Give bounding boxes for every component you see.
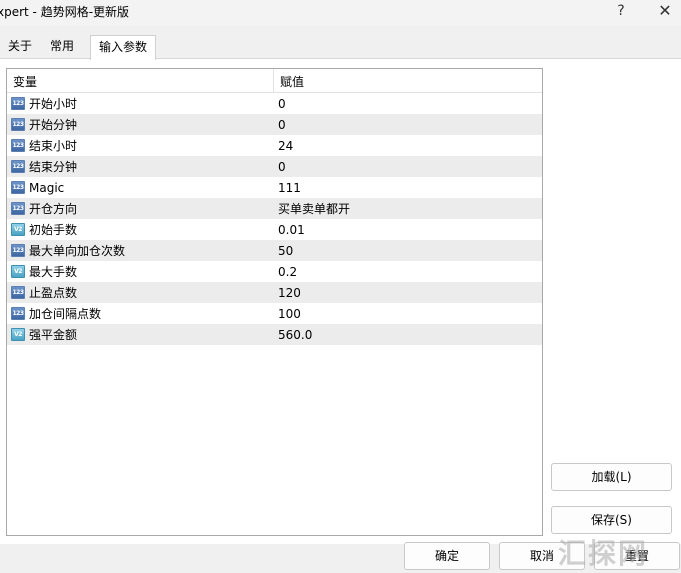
param-value[interactable]: 50 — [278, 240, 540, 261]
integer-type-icon: 123 — [11, 139, 25, 152]
table-row[interactable]: 123 结束小时 24 — [7, 135, 542, 156]
parameter-grid: 变量 赋值 123 开始小时 0 123 开始分钟 0 123 结束小时 24 123 结束分钟 0 1… — [6, 68, 543, 536]
column-header-variable[interactable]: 变量 — [7, 69, 274, 93]
table-row[interactable]: 123 止盈点数 120 — [7, 282, 542, 303]
param-name: 开仓方向 — [29, 202, 78, 216]
window-title: xpert - 趋势网格-更新版 — [0, 5, 130, 19]
param-name: 结束小时 — [29, 139, 78, 153]
ok-button[interactable]: 确定 — [404, 542, 490, 570]
table-row[interactable]: 123 结束分钟 0 — [7, 156, 542, 177]
grid-rows: 123 开始小时 0 123 开始分钟 0 123 结束小时 24 123 结束分钟 0 123 Magi… — [7, 93, 542, 345]
tab-about[interactable]: 关于 — [0, 35, 40, 59]
param-name: 强平金额 — [29, 328, 78, 342]
integer-type-icon: 123 — [11, 118, 25, 131]
param-value[interactable]: 120 — [278, 282, 540, 303]
param-name: 开始分钟 — [29, 118, 78, 132]
param-value[interactable]: 0.01 — [278, 219, 540, 240]
double-type-icon: V2 — [11, 223, 25, 236]
double-type-icon: V2 — [11, 328, 25, 341]
table-row[interactable]: 123 Magic 111 — [7, 177, 542, 198]
param-value[interactable]: 560.0 — [278, 324, 540, 345]
param-value[interactable]: 0 — [278, 93, 540, 114]
param-name: 加仓间隔点数 — [29, 307, 102, 321]
table-row[interactable]: V2 强平金额 560.0 — [7, 324, 542, 345]
integer-type-icon: 123 — [11, 160, 25, 173]
table-row[interactable]: 123 开始小时 0 — [7, 93, 542, 114]
param-name: 初始手数 — [29, 223, 78, 237]
help-icon[interactable]: ? — [610, 0, 632, 22]
param-name: 止盈点数 — [29, 286, 78, 300]
tab-strip: 关于 常用 输入参数 — [0, 35, 681, 60]
tab-common[interactable]: 常用 — [42, 35, 82, 59]
param-name: 最大单向加仓次数 — [29, 244, 126, 258]
param-value[interactable]: 0.2 — [278, 261, 540, 282]
save-button[interactable]: 保存(S) — [551, 506, 672, 534]
table-row[interactable]: 123 加仓间隔点数 100 — [7, 303, 542, 324]
title-bar: xpert - 趋势网格-更新版 ? ✕ — [0, 0, 681, 26]
integer-type-icon: 123 — [11, 202, 25, 215]
param-name: 结束分钟 — [29, 160, 78, 174]
integer-type-icon: 123 — [11, 286, 25, 299]
table-row[interactable]: 123 开始分钟 0 — [7, 114, 542, 135]
integer-type-icon: 123 — [11, 307, 25, 320]
param-value[interactable]: 0 — [278, 114, 540, 135]
param-name: 开始小时 — [29, 97, 78, 111]
table-row[interactable]: V2 最大手数 0.2 — [7, 261, 542, 282]
integer-type-icon: 123 — [11, 181, 25, 194]
tab-input-params[interactable]: 输入参数 — [90, 35, 157, 60]
column-header-value[interactable]: 赋值 — [274, 69, 542, 93]
param-value[interactable]: 24 — [278, 135, 540, 156]
param-value[interactable]: 111 — [278, 177, 540, 198]
param-value[interactable]: 0 — [278, 156, 540, 177]
table-row[interactable]: 123 最大单向加仓次数 50 — [7, 240, 542, 261]
watermark-logo: 汇探网 — [558, 537, 649, 570]
double-type-icon: V2 — [11, 265, 25, 278]
param-name: 最大手数 — [29, 265, 78, 279]
table-row[interactable]: 123 开仓方向 买单卖单都开 — [7, 198, 542, 219]
grid-header: 变量 赋值 — [7, 69, 542, 93]
load-button[interactable]: 加载(L) — [551, 463, 672, 491]
integer-type-icon: 123 — [11, 97, 25, 110]
integer-type-icon: 123 — [11, 244, 25, 257]
param-value[interactable]: 买单卖单都开 — [278, 198, 540, 219]
param-name: Magic — [29, 181, 65, 195]
table-row[interactable]: V2 初始手数 0.01 — [7, 219, 542, 240]
close-icon[interactable]: ✕ — [654, 0, 676, 22]
param-value[interactable]: 100 — [278, 303, 540, 324]
